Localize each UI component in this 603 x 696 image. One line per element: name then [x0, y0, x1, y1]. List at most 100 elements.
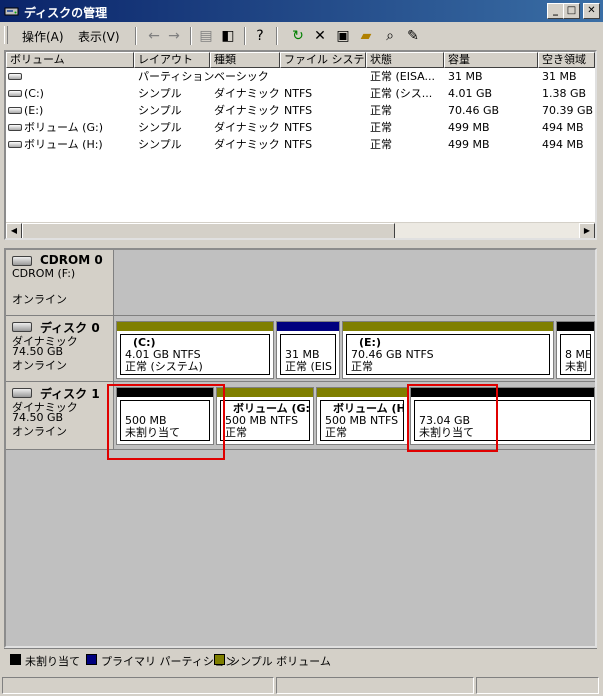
partition-type-bar: [557, 322, 594, 331]
partition-type-bar: [277, 322, 339, 331]
refresh-icon[interactable]: ↻: [290, 28, 306, 44]
volume-name-cell[interactable]: ボリューム (G:): [24, 120, 103, 136]
menu-toolbar: 操作(A) 表示(V) ← → ▤ ◧ ? ↻ ✕ ▣ ▰ ⌕ ✎: [0, 24, 603, 46]
status-panel-main: [2, 677, 274, 694]
disk-label[interactable]: CDROM 0 CDROM (F:) オンライン: [6, 250, 114, 315]
col-header-free-space[interactable]: 空き領域: [538, 52, 595, 68]
volume-name-cell[interactable]: ボリューム (H:): [24, 137, 103, 153]
table-cell: NTFS: [284, 104, 313, 117]
table-cell: シンプル: [138, 138, 182, 151]
col-header-volume[interactable]: ボリューム: [6, 52, 134, 68]
partition-detail: 未割り当て: [125, 426, 180, 439]
properties-icon[interactable]: ▣: [335, 28, 351, 44]
legend-swatch: [86, 654, 97, 665]
disk-info-line: オンライン: [12, 359, 67, 372]
volume-icon: [8, 141, 22, 148]
console-tree-icon[interactable]: ◧: [220, 28, 236, 44]
col-header-filesystem[interactable]: ファイル システ...: [280, 52, 366, 68]
table-cell: NTFS: [284, 87, 313, 100]
partition-detail: 正常: [325, 426, 347, 439]
hard-disk-icon: [12, 388, 32, 398]
open-icon[interactable]: ▰: [358, 28, 374, 44]
status-panel-3: [476, 677, 599, 694]
volume-name-cell[interactable]: (E:): [24, 103, 43, 119]
table-cell: 1.38 GB: [542, 87, 587, 100]
scroll-thumb[interactable]: [22, 223, 395, 238]
table-cell: ダイナミック: [214, 104, 280, 117]
volume-icon: [8, 90, 22, 97]
horizontal-scrollbar[interactable]: ◀ ▶: [6, 222, 595, 238]
disk-row-1[interactable]: ディスク 0 ダイナミック 74.50 GB オンライン (C:) 4.01 GB NTF…: [6, 316, 595, 382]
delete-icon[interactable]: ✕: [312, 28, 328, 44]
partition-type-bar: [317, 388, 407, 397]
help-icon[interactable]: ?: [252, 28, 268, 44]
table-cell: ベーシック: [214, 70, 269, 83]
partition-type-bar: [217, 388, 313, 397]
legend-swatch: [10, 654, 21, 665]
partition-block[interactable]: 500 MB 未割り当て: [116, 387, 214, 445]
folder-up-icon[interactable]: ▤: [198, 28, 214, 44]
legend-swatch: [214, 654, 225, 665]
disk-row-2[interactable]: ディスク 1 ダイナミック 74.50 GB オンライン 500 MB 未割り当て ボリュー…: [6, 382, 595, 450]
partition-block[interactable]: 31 MB 正常 (EIS: [276, 321, 340, 379]
disk-info-line: CDROM (F:): [12, 267, 76, 280]
hard-disk-icon: [12, 322, 32, 332]
pane-splitter[interactable]: [4, 242, 597, 246]
scroll-left-button[interactable]: ◀: [6, 223, 22, 238]
col-header-status[interactable]: 状態: [366, 52, 444, 68]
menu-action[interactable]: 操作(A): [22, 28, 64, 45]
back-arrow-icon[interactable]: ←: [146, 28, 162, 44]
scroll-right-button[interactable]: ▶: [579, 223, 595, 238]
forward-arrow-icon[interactable]: →: [166, 28, 182, 44]
partition-block[interactable]: (C:) 4.01 GB NTFS 正常 (システム): [116, 321, 274, 379]
partition-detail: 正常: [225, 426, 247, 439]
maximize-button[interactable]: □: [563, 3, 580, 19]
volume-list[interactable]: ボリューム レイアウト 種類 ファイル システ... 状態 容量 空き領域 パー…: [4, 50, 597, 240]
partition-detail: 正常 (システム): [125, 360, 203, 373]
table-cell: シンプル: [138, 87, 182, 100]
legend-label: シンプル ボリューム: [229, 655, 331, 668]
volume-name-cell[interactable]: (C:): [24, 86, 44, 102]
explore-icon[interactable]: ⌕: [382, 28, 398, 44]
table-cell: 正常 (EISA...: [370, 70, 435, 83]
close-button[interactable]: ✕: [583, 3, 600, 19]
cdrom-icon: [12, 256, 32, 266]
help-topics-icon[interactable]: ✎: [405, 28, 421, 44]
disk-info-line: オンライン: [12, 293, 67, 306]
partition-detail: 正常: [351, 360, 373, 373]
table-cell: ダイナミック: [214, 138, 280, 151]
status-bar: [0, 674, 603, 696]
minimize-button[interactable]: _: [547, 3, 564, 19]
col-header-type[interactable]: 種類: [210, 52, 280, 68]
table-cell: 31 MB: [542, 70, 577, 83]
disk-row-0[interactable]: CDROM 0 CDROM (F:) オンライン: [6, 250, 595, 316]
table-cell: 正常: [370, 138, 392, 151]
partition-type-bar: [117, 322, 273, 331]
disk-name: CDROM 0: [40, 253, 103, 267]
title-bar: ディスクの管理 _ □ ✕: [0, 0, 603, 22]
status-panel-2: [276, 677, 474, 694]
table-cell: 70.39 GB: [542, 104, 594, 117]
partition-block[interactable]: 8 ME 未割: [556, 321, 595, 379]
table-cell: NTFS: [284, 138, 313, 151]
legend-label: 未割り当て: [25, 655, 80, 668]
disk-graphical-view[interactable]: CDROM 0 CDROM (F:) オンライン ディスク 0 ダイナミック 74.50 …: [4, 248, 597, 648]
partition-block[interactable]: (E:) 70.46 GB NTFS 正常: [342, 321, 554, 379]
col-header-capacity[interactable]: 容量: [444, 52, 538, 68]
menu-view[interactable]: 表示(V): [78, 28, 120, 45]
volume-icon: [8, 107, 22, 114]
disk-label[interactable]: ディスク 0 ダイナミック 74.50 GB オンライン: [6, 316, 114, 381]
disk-management-icon: [4, 7, 19, 16]
table-cell: 494 MB: [542, 121, 584, 134]
legend: 未割り当て プライマリ パーティション シンプル ボリューム: [4, 648, 597, 671]
disk-info-line: オンライン: [12, 425, 67, 438]
partition-block[interactable]: ボリューム (G:) 500 MB NTFS 正常: [216, 387, 314, 445]
table-cell: NTFS: [284, 121, 313, 134]
col-header-layout[interactable]: レイアウト: [134, 52, 210, 68]
partition-detail: 未割り当て: [419, 426, 474, 439]
partition-detail: 未割: [565, 360, 587, 373]
partition-block[interactable]: ボリューム (H:)500 MB NTFS正常: [316, 387, 408, 445]
volume-icon: [8, 73, 22, 80]
partition-block[interactable]: 73.04 GB 未割り当て: [410, 387, 595, 445]
disk-label[interactable]: ディスク 1 ダイナミック 74.50 GB オンライン: [6, 382, 114, 449]
